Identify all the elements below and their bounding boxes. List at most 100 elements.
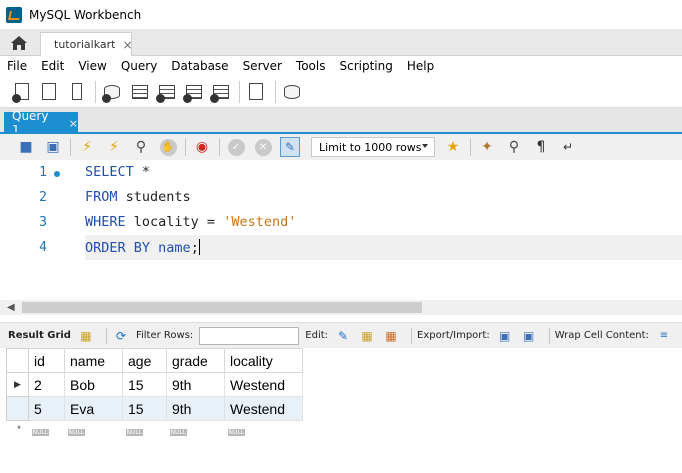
create-function-icon[interactable] bbox=[210, 81, 232, 103]
menu-bar: File Edit View Query Database Server Too… bbox=[0, 56, 682, 76]
export-icon[interactable]: ▣ bbox=[496, 327, 514, 345]
limit-rows-select[interactable]: Limit to 1000 rows bbox=[311, 137, 435, 157]
table-cell[interactable]: 5 bbox=[28, 396, 65, 421]
edit-row-icon[interactable]: ✎ bbox=[334, 327, 352, 345]
search-table-data-icon[interactable] bbox=[246, 81, 268, 103]
result-toolbar: Result Grid ▦ ⟳ Filter Rows: Edit: ✎ ▦ ▦… bbox=[0, 322, 682, 348]
stop-icon[interactable]: ✋ bbox=[158, 137, 178, 157]
menu-query[interactable]: Query bbox=[114, 59, 164, 73]
table-cell[interactable]: 15 bbox=[122, 372, 167, 397]
inspector-icon[interactable] bbox=[66, 81, 88, 103]
create-schema-icon[interactable] bbox=[102, 81, 124, 103]
scroll-left-arrow-icon[interactable]: ◀ bbox=[7, 302, 15, 313]
reconnect-icon[interactable] bbox=[282, 81, 304, 103]
new-row-marker-icon[interactable]: * bbox=[6, 420, 29, 437]
null-cell[interactable]: NULL bbox=[167, 421, 225, 438]
column-header[interactable]: locality bbox=[224, 348, 303, 373]
rollback-icon[interactable]: ✕ bbox=[253, 137, 273, 157]
add-snippet-star-icon[interactable]: ★ bbox=[443, 137, 463, 157]
filter-rows-input[interactable] bbox=[199, 326, 300, 345]
grid-view-icon[interactable]: ▦ bbox=[77, 327, 95, 345]
refresh-icon[interactable]: ⟳ bbox=[112, 327, 130, 345]
sql-editor[interactable]: 1 SELECT * 2 FROM students 3 WHERE local… bbox=[0, 160, 682, 300]
title-bar: MySQL Workbench bbox=[0, 0, 682, 29]
save-icon[interactable]: ▣ bbox=[43, 137, 63, 157]
line-number: 1 bbox=[39, 165, 47, 180]
home-icon bbox=[11, 35, 27, 50]
mysql-workbench-logo-icon bbox=[6, 6, 22, 23]
code-line-3: WHERE locality = 'Westend' bbox=[85, 214, 296, 230]
filter-rows-label: Filter Rows: bbox=[135, 330, 194, 341]
table-row[interactable]: ▶ 2 Bob 15 9th Westend bbox=[6, 372, 303, 397]
execute-lightning-icon[interactable]: ⚡ bbox=[77, 137, 97, 157]
toolbar-separator bbox=[70, 138, 71, 156]
connection-tab-tutorialkart[interactable]: tutorialkart × bbox=[40, 32, 133, 56]
null-cell[interactable]: NULL bbox=[65, 421, 123, 438]
menu-database[interactable]: Database bbox=[164, 59, 235, 73]
close-icon[interactable]: × bbox=[69, 117, 78, 130]
table-cell[interactable]: Westend bbox=[224, 372, 303, 397]
word-wrap-icon[interactable]: ↵ bbox=[558, 137, 578, 157]
home-button[interactable] bbox=[8, 33, 30, 52]
result-grid-label[interactable]: Result Grid bbox=[8, 330, 71, 341]
execute-current-statement-icon[interactable]: ⚡ bbox=[104, 137, 124, 157]
table-cell[interactable]: 9th bbox=[166, 396, 225, 421]
null-badge: NULL bbox=[169, 429, 188, 436]
create-table-icon[interactable] bbox=[129, 81, 151, 103]
toggle-continue-on-error-icon[interactable]: ◉ bbox=[192, 137, 212, 157]
new-sql-tab-icon[interactable] bbox=[12, 81, 34, 103]
table-cell[interactable]: Westend bbox=[224, 396, 303, 421]
table-cell[interactable]: 9th bbox=[166, 372, 225, 397]
toolbar-separator bbox=[470, 138, 471, 156]
menu-help[interactable]: Help bbox=[400, 59, 441, 73]
edit-label: Edit: bbox=[305, 330, 329, 341]
menu-view[interactable]: View bbox=[71, 59, 113, 73]
open-sql-script-icon[interactable] bbox=[39, 81, 61, 103]
table-row[interactable]: 5 Eva 15 9th Westend bbox=[6, 396, 303, 421]
sql-keyword: FROM bbox=[85, 189, 118, 205]
create-procedure-icon[interactable] bbox=[183, 81, 205, 103]
menu-edit[interactable]: Edit bbox=[34, 59, 71, 73]
delete-row-icon[interactable]: ▦ bbox=[382, 327, 400, 345]
explain-magnifier-icon[interactable]: ⚲ bbox=[131, 137, 151, 157]
invisible-chars-pilcrow-icon[interactable]: ¶ bbox=[531, 137, 551, 157]
null-cell[interactable]: NULL bbox=[123, 421, 167, 438]
menu-server[interactable]: Server bbox=[236, 59, 289, 73]
null-cell[interactable]: NULL bbox=[29, 421, 65, 438]
menu-scripting[interactable]: Scripting bbox=[332, 59, 399, 73]
find-magnifier-icon[interactable]: ⚲ bbox=[504, 137, 524, 157]
column-header[interactable]: name bbox=[64, 348, 123, 373]
new-row[interactable]: * NULL NULL NULL NULL NULL bbox=[6, 420, 303, 438]
column-header[interactable]: id bbox=[28, 348, 65, 373]
table-cell[interactable]: Eva bbox=[64, 396, 123, 421]
table-cell[interactable]: 2 bbox=[28, 372, 65, 397]
autocommit-toggle-icon[interactable]: ✎ bbox=[280, 137, 300, 157]
toolbar-separator bbox=[239, 80, 240, 103]
insert-row-icon[interactable]: ▦ bbox=[358, 327, 376, 345]
beautify-broom-icon[interactable]: ✦ bbox=[477, 137, 497, 157]
null-cell[interactable]: NULL bbox=[225, 421, 303, 438]
editor-horizontal-scrollbar[interactable]: ◀ bbox=[0, 300, 682, 315]
wrap-cell-icon[interactable]: ≡ bbox=[655, 327, 673, 345]
column-header[interactable]: age bbox=[122, 348, 167, 373]
import-icon[interactable]: ▣ bbox=[520, 327, 538, 345]
toolbar-separator bbox=[95, 80, 96, 103]
table-cell[interactable]: Bob bbox=[64, 372, 123, 397]
null-badge: NULL bbox=[31, 429, 50, 436]
close-icon[interactable]: × bbox=[122, 38, 132, 52]
menu-file[interactable]: File bbox=[0, 59, 34, 73]
line-number: 4 bbox=[39, 240, 47, 255]
export-import-label: Export/Import: bbox=[417, 330, 490, 341]
column-header[interactable]: grade bbox=[166, 348, 225, 373]
table-cell[interactable]: 15 bbox=[122, 396, 167, 421]
open-folder-icon[interactable]: ■ bbox=[16, 137, 36, 157]
limit-rows-value: Limit to 1000 rows bbox=[319, 140, 422, 154]
code-line-4: ORDER BY name; bbox=[85, 239, 200, 256]
menu-tools[interactable]: Tools bbox=[289, 59, 333, 73]
row-header[interactable] bbox=[6, 396, 29, 421]
scrollbar-thumb[interactable] bbox=[22, 302, 422, 313]
create-view-icon[interactable] bbox=[156, 81, 178, 103]
tab-query-1[interactable]: Query 1 × bbox=[4, 109, 78, 137]
commit-icon[interactable]: ✓ bbox=[226, 137, 246, 157]
current-row-marker-icon[interactable]: ▶ bbox=[6, 372, 29, 397]
